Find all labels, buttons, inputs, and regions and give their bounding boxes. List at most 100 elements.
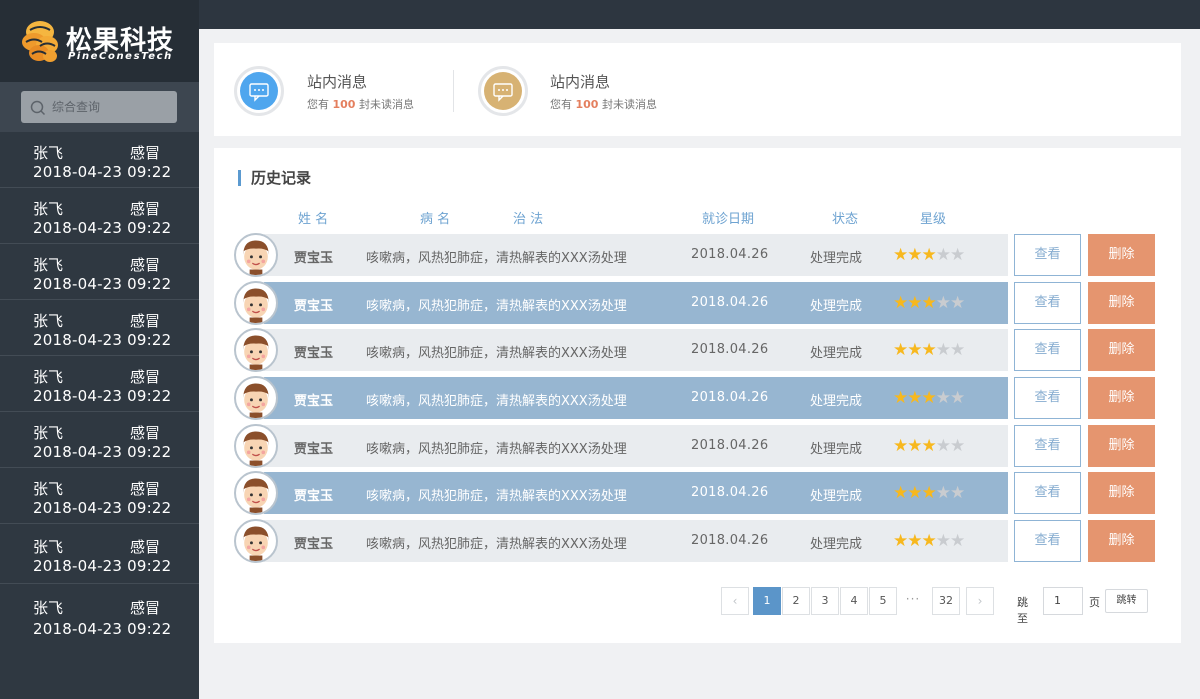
view-button[interactable]: 查看 <box>1014 329 1081 371</box>
avatar <box>234 471 278 515</box>
patient-name: 贾宝玉 <box>294 346 334 361</box>
list-item[interactable]: 张飞 感冒 2018-04-23 09:22 <box>0 300 199 356</box>
star-icon: ★ <box>935 293 951 313</box>
delete-button[interactable]: 删除 <box>1088 377 1155 419</box>
message-card-inbox[interactable]: 站内消息 您有 100 封未读消息 <box>214 43 453 136</box>
patient-name: 张飞 <box>33 256 64 274</box>
avatar <box>234 233 278 277</box>
page-button[interactable]: 5 <box>869 587 897 615</box>
view-button[interactable]: 查看 <box>1014 472 1081 514</box>
list-item[interactable]: 张飞 感冒 2018-04-23 09:22 <box>0 356 199 412</box>
delete-button[interactable]: 删除 <box>1088 329 1155 371</box>
patient-name: 张飞 <box>33 144 64 162</box>
jump-label: 跳至 <box>1017 596 1028 625</box>
next-page-button[interactable]: › <box>966 587 994 615</box>
delete-button[interactable]: 删除 <box>1088 472 1155 514</box>
patient-diagnosis: 感冒 <box>130 424 161 442</box>
list-item[interactable]: 张飞 感冒 2018-04-23 09:22 <box>0 132 199 188</box>
patient-name: 贾宝玉 <box>294 537 334 552</box>
table-row: 贾宝玉 咳嗽病，风热犯肺症，清热解表的XXX汤处理 2018.04.26 处理完成 ★★… <box>234 376 1155 421</box>
visit-date: 2018.04.26 <box>691 247 769 262</box>
star-icon: ★ <box>921 436 937 456</box>
star-icon: ★ <box>935 388 951 408</box>
patient-name: 贾宝玉 <box>294 394 334 409</box>
star-icon: ★ <box>907 531 922 551</box>
star-icon: ★ <box>893 293 908 313</box>
page-button[interactable]: 1 <box>753 587 781 615</box>
patient-diagnosis: 感冒 <box>130 599 161 617</box>
star-icon: ★ <box>950 388 965 408</box>
diagnosis-treatment: 咳嗽病，风热犯肺症，清热解表的XXX汤处理 <box>366 346 627 361</box>
history-panel: 历史记录 姓 名 病 名 治 法 就诊日期 状态 星级 贾宝玉 咳嗽病，风热犯肺症… <box>214 148 1181 643</box>
chat-bubble-icon <box>484 72 522 110</box>
prev-page-button[interactable]: ‹ <box>721 587 749 615</box>
delete-button[interactable]: 删除 <box>1088 425 1155 467</box>
visit-datetime: 2018-04-23 09:22 <box>33 620 172 638</box>
patient-name: 张飞 <box>33 538 64 556</box>
star-rating: ★★★★★ <box>893 531 965 551</box>
star-rating: ★★★★★ <box>893 293 965 313</box>
view-button[interactable]: 查看 <box>1014 520 1081 562</box>
visit-date: 2018.04.26 <box>691 342 769 357</box>
view-button[interactable]: 查看 <box>1014 282 1081 324</box>
message-suffix: 封未读消息 <box>358 98 414 111</box>
view-button[interactable]: 查看 <box>1014 234 1081 276</box>
star-icon: ★ <box>935 483 951 503</box>
patient-list: 张飞 感冒 2018-04-23 09:22 张飞 感冒 2018-04-23 … <box>0 132 199 648</box>
column-header-status: 状态 <box>832 212 859 227</box>
delete-button[interactable]: 删除 <box>1088 234 1155 276</box>
list-item[interactable]: 张飞 感冒 2018-04-23 09:22 <box>0 412 199 468</box>
message-summary: 您有 100 封未读消息 <box>307 96 414 112</box>
star-icon: ★ <box>935 340 951 360</box>
star-icon: ★ <box>950 245 965 265</box>
page-button[interactable]: 3 <box>811 587 839 615</box>
patient-diagnosis: 感冒 <box>130 368 161 386</box>
list-item[interactable]: 张飞 感冒 2018-04-23 09:22 <box>0 468 199 524</box>
message-icon-wrap <box>234 66 284 116</box>
pagination-ellipsis: ··· <box>905 592 921 606</box>
star-icon: ★ <box>907 293 922 313</box>
visit-datetime: 2018-04-23 09:22 <box>33 275 172 293</box>
list-item[interactable]: 张飞 感冒 2018-04-23 09:22 <box>0 584 199 648</box>
star-icon: ★ <box>893 483 908 503</box>
avatar <box>234 519 278 563</box>
view-button[interactable]: 查看 <box>1014 377 1081 419</box>
page-button[interactable]: 4 <box>840 587 868 615</box>
star-icon: ★ <box>950 436 965 456</box>
status-text: 处理完成 <box>810 537 863 552</box>
message-icon-wrap <box>478 66 528 116</box>
visit-date: 2018.04.26 <box>691 485 769 500</box>
delete-button[interactable]: 删除 <box>1088 282 1155 324</box>
patient-diagnosis: 感冒 <box>130 256 161 274</box>
patient-name: 张飞 <box>33 599 64 617</box>
visit-datetime: 2018-04-23 09:22 <box>33 163 172 181</box>
message-card-secondary[interactable]: 站内消息 您有 100 封未读消息 <box>454 43 694 136</box>
patient-name: 张飞 <box>33 480 64 498</box>
diagnosis-treatment: 咳嗽病，风热犯肺症，清热解表的XXX汤处理 <box>366 442 627 457</box>
logo-area: 松果科技 PineConesTech <box>0 0 199 82</box>
brand-name-en: PineConesTech <box>68 51 173 62</box>
star-rating: ★★★★★ <box>893 340 965 360</box>
star-icon: ★ <box>935 436 951 456</box>
star-icon: ★ <box>950 293 965 313</box>
column-header-date: 就诊日期 <box>702 212 755 227</box>
section-title: 历史记录 <box>238 170 311 186</box>
chat-bubble-icon <box>240 72 278 110</box>
jump-button[interactable]: 跳转 <box>1105 589 1148 613</box>
star-icon: ★ <box>921 483 937 503</box>
search-input[interactable]: 综合查询 <box>21 91 177 123</box>
status-text: 处理完成 <box>810 442 863 457</box>
patient-name: 张飞 <box>33 312 64 330</box>
page-button-last[interactable]: 32 <box>932 587 960 615</box>
jump-page-input[interactable]: 1 <box>1043 587 1083 615</box>
list-item[interactable]: 张飞 感冒 2018-04-23 09:22 <box>0 524 199 584</box>
view-button[interactable]: 查看 <box>1014 425 1081 467</box>
page-button[interactable]: 2 <box>782 587 810 615</box>
star-icon: ★ <box>893 436 908 456</box>
list-item[interactable]: 张飞 感冒 2018-04-23 09:22 <box>0 244 199 300</box>
status-text: 处理完成 <box>810 299 863 314</box>
visit-datetime: 2018-04-23 09:22 <box>33 499 172 517</box>
list-item[interactable]: 张飞 感冒 2018-04-23 09:22 <box>0 188 199 244</box>
star-icon: ★ <box>893 245 908 265</box>
delete-button[interactable]: 删除 <box>1088 520 1155 562</box>
